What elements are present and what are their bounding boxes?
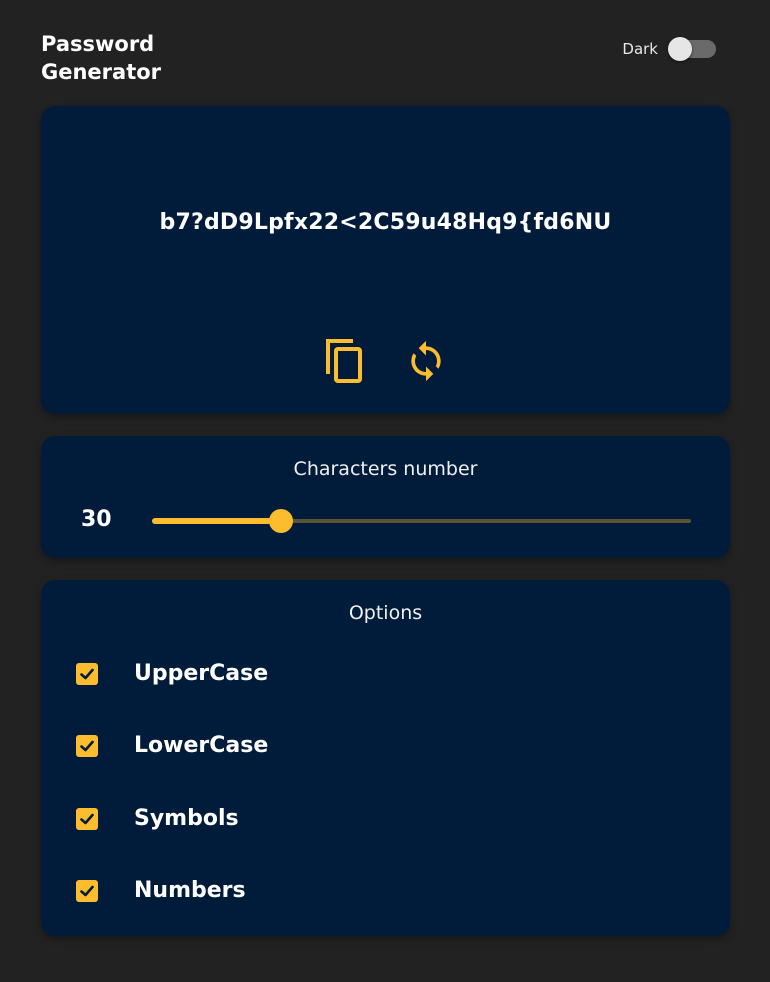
symbols-checkbox[interactable] [76, 807, 98, 830]
copy-icon [326, 339, 362, 383]
option-label: LowerCase [134, 733, 269, 758]
length-card: Characters number 30 [41, 436, 730, 558]
length-slider[interactable] [152, 506, 691, 536]
options-card: Options UpperCase LowerCase Symbols Numb… [41, 580, 730, 936]
option-lowercase[interactable]: LowerCase [76, 733, 268, 758]
option-symbols[interactable]: Symbols [76, 806, 239, 831]
toggle-thumb[interactable] [668, 37, 692, 61]
password-generator-page: Password Generator Dark b7?dD9Lpfx22<2C5… [0, 0, 770, 982]
check-icon [80, 885, 94, 896]
refresh-icon [411, 340, 441, 382]
password-card: b7?dD9Lpfx22<2C59u48Hq9{fd6NU [41, 106, 730, 414]
option-label: UpperCase [134, 661, 269, 686]
option-numbers[interactable]: Numbers [76, 878, 246, 903]
length-heading: Characters number [293, 458, 478, 480]
option-uppercase[interactable]: UpperCase [76, 661, 268, 686]
check-icon [80, 813, 94, 824]
length-value: 30 [81, 507, 112, 532]
slider-fill [152, 518, 282, 524]
slider-thumb[interactable] [269, 509, 294, 533]
check-icon [80, 668, 94, 679]
dark-mode-label: Dark [622, 40, 658, 58]
uppercase-checkbox[interactable] [76, 662, 98, 685]
generated-password: b7?dD9Lpfx22<2C59u48Hq9{fd6NU [159, 210, 612, 235]
toggle-track[interactable] [668, 37, 716, 61]
app-title: Password Generator [41, 32, 162, 84]
numbers-checkbox[interactable] [76, 879, 98, 902]
copy-button[interactable] [321, 336, 369, 386]
dark-mode-toggle[interactable]: Dark [622, 37, 716, 61]
option-label: Numbers [134, 878, 246, 903]
options-heading: Options [348, 602, 423, 624]
check-icon [80, 740, 94, 751]
regenerate-button[interactable] [402, 336, 450, 386]
lowercase-checkbox[interactable] [76, 734, 98, 757]
option-label: Symbols [134, 806, 239, 831]
